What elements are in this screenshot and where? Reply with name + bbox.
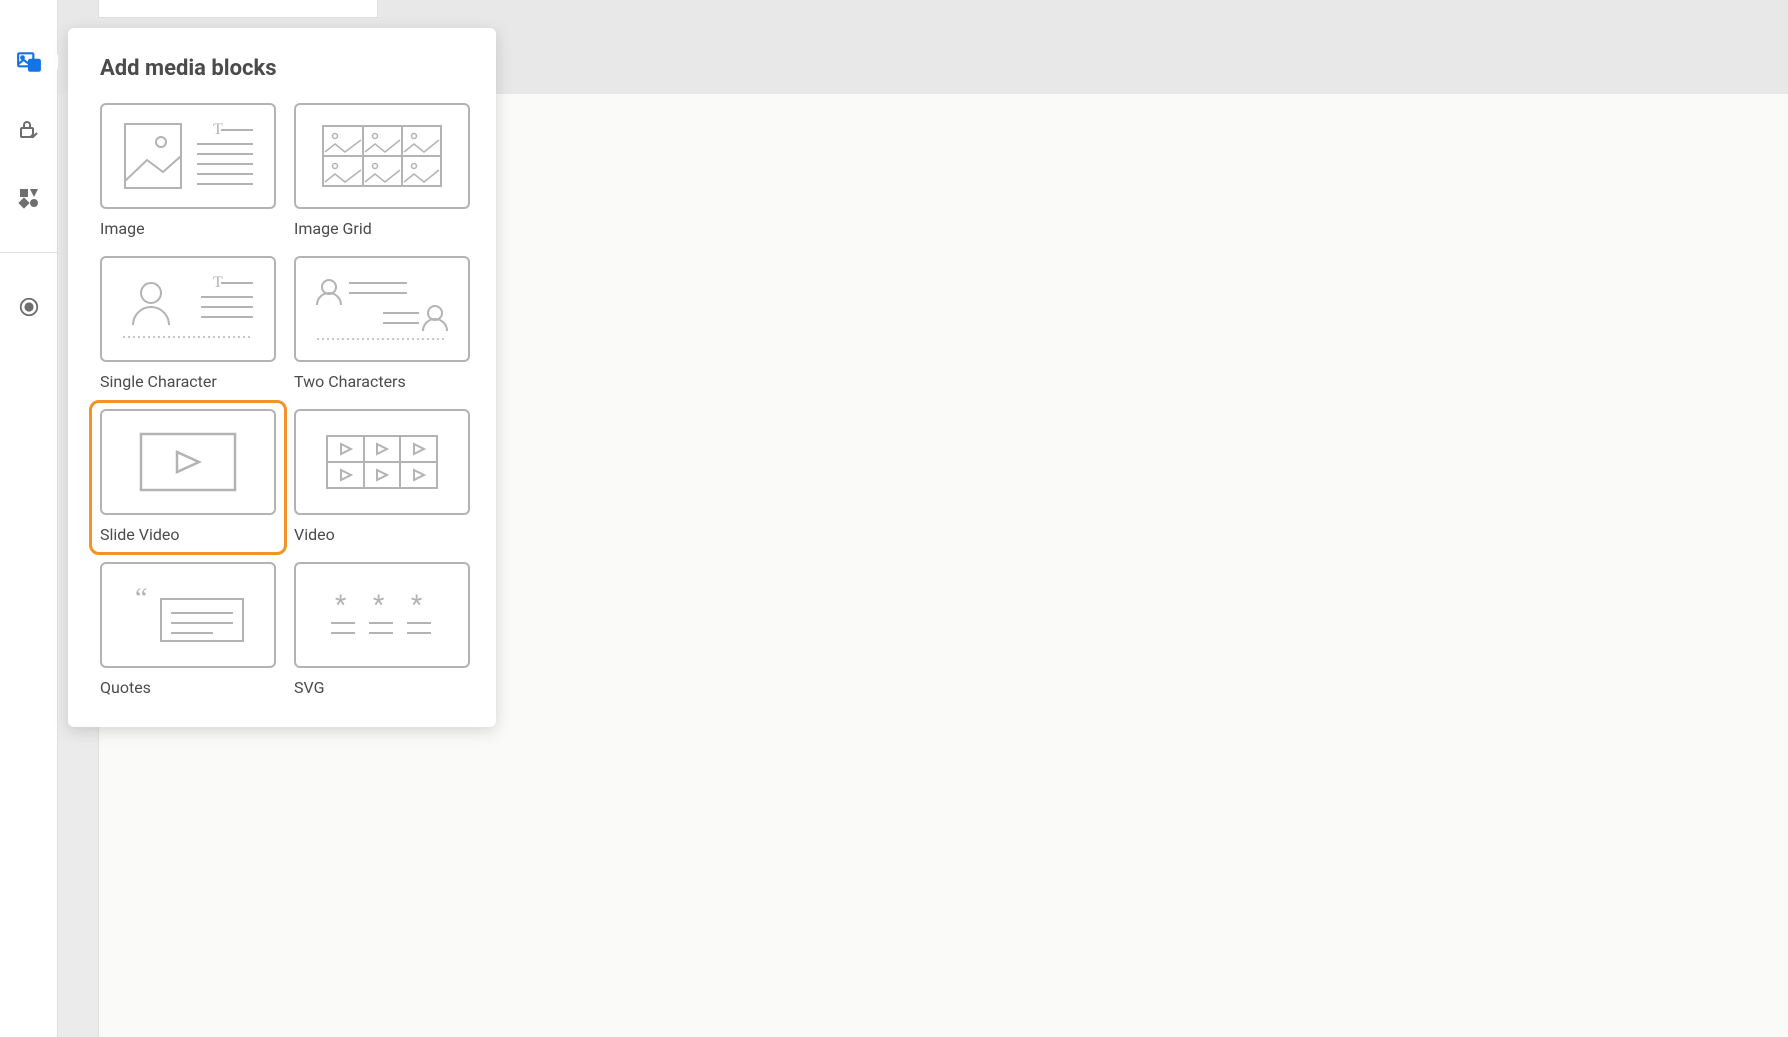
block-image-thumb: T <box>100 103 276 209</box>
add-media-panel: Add media blocks T Image <box>68 28 496 727</box>
canvas-mini-page <box>98 0 378 18</box>
panel-title: Add media blocks <box>100 56 464 81</box>
block-two-characters-thumb <box>294 256 470 362</box>
block-image-grid-label: Image Grid <box>294 219 470 238</box>
block-slide-video-label: Slide Video <box>100 525 276 544</box>
block-video-thumb <box>294 409 470 515</box>
block-svg-thumb: * * * <box>294 562 470 668</box>
block-slide-video[interactable]: Slide Video <box>89 400 287 555</box>
block-image-grid-thumb <box>294 103 470 209</box>
canvas-page-right[interactable] <box>388 94 1788 1037</box>
block-two-characters[interactable]: Two Characters <box>294 256 470 391</box>
block-svg-label: SVG <box>294 678 470 697</box>
block-video[interactable]: Video <box>294 409 470 544</box>
block-quotes-thumb: “ <box>100 562 276 668</box>
rail-divider <box>0 252 57 253</box>
blocks-grid: T Image <box>100 103 464 697</box>
shapes-icon[interactable] <box>15 184 43 212</box>
block-video-label: Video <box>294 525 470 544</box>
block-two-characters-label: Two Characters <box>294 372 470 391</box>
block-svg[interactable]: * * * SVG <box>294 562 470 697</box>
left-rail <box>0 0 58 1037</box>
lock-check-icon[interactable] <box>15 116 43 144</box>
block-single-character-thumb: T <box>100 256 276 362</box>
svg-text:*: * <box>411 590 422 620</box>
block-image-grid[interactable]: Image Grid <box>294 103 470 238</box>
block-quotes[interactable]: “ Quotes <box>100 562 276 697</box>
record-icon[interactable] <box>15 293 43 321</box>
media-icon[interactable] <box>15 48 43 76</box>
svg-text:*: * <box>373 590 384 620</box>
block-single-character[interactable]: T Single Character <box>100 256 276 391</box>
svg-text:*: * <box>335 590 346 620</box>
block-single-character-label: Single Character <box>100 372 276 391</box>
block-quotes-label: Quotes <box>100 678 276 697</box>
svg-text:“: “ <box>135 583 147 614</box>
block-image[interactable]: T Image <box>100 103 276 238</box>
block-image-label: Image <box>100 219 276 238</box>
block-slide-video-thumb <box>100 409 276 515</box>
